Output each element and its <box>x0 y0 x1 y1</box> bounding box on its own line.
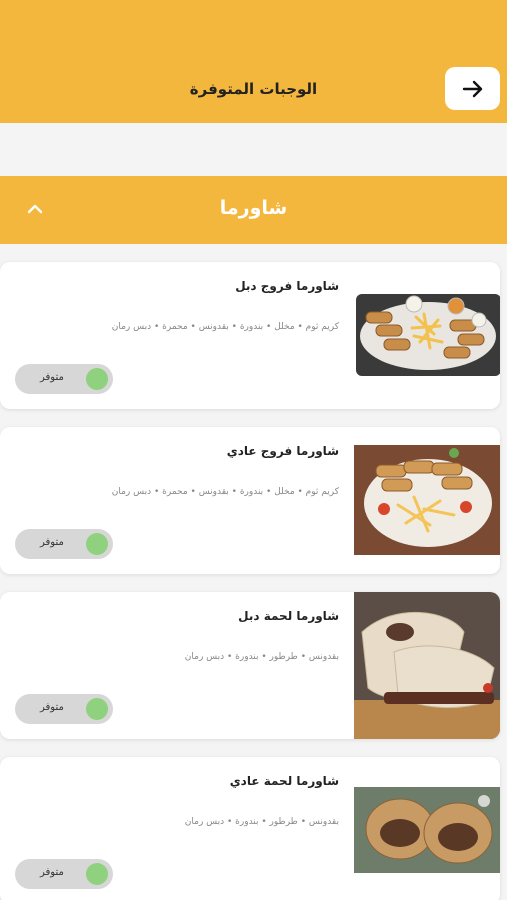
toggle-knob <box>86 368 108 390</box>
page-title: الوجبات المتوفرة <box>189 80 318 98</box>
meal-name: شاورما لحمة دبل <box>238 609 339 623</box>
toggle-knob <box>86 533 108 555</box>
availability-toggle[interactable]: متوفر <box>15 364 113 394</box>
chevron-up-icon[interactable] <box>26 200 44 218</box>
category-header-shawarma[interactable]: شاورما <box>0 176 507 244</box>
meal-card[interactable]: شاورما لحمة دبل بقدونس • طرطور • بندورة … <box>0 592 500 739</box>
availability-label: متوفر <box>40 372 64 383</box>
chicken-shawarma-platter-image <box>354 262 500 409</box>
arrow-right-icon <box>462 80 482 97</box>
meat-shawarma-wrap-image <box>354 592 500 739</box>
availability-label: متوفر <box>40 537 64 548</box>
back-button[interactable] <box>445 67 500 110</box>
toggle-knob <box>86 698 108 720</box>
meal-card[interactable]: شاورما لحمة عادي بقدونس • طرطور • بندورة… <box>0 757 500 900</box>
category-title: شاورما <box>219 197 288 219</box>
availability-toggle[interactable]: متوفر <box>15 694 113 724</box>
meal-ingredients: بقدونس • طرطور • بندورة • دبس رمان <box>184 652 339 662</box>
top-header: الوجبات المتوفرة <box>0 0 507 123</box>
availability-toggle[interactable]: متوفر <box>15 859 113 889</box>
meal-name: شاورما لحمة عادي <box>229 774 339 788</box>
meal-card[interactable]: شاورما فروج دبل كريم ثوم • مخلل • بندورة… <box>0 262 500 409</box>
meal-card[interactable]: شاورما فروج عادي كريم ثوم • مخلل • بندور… <box>0 427 500 574</box>
availability-toggle[interactable]: متوفر <box>15 529 113 559</box>
meal-ingredients: كريم ثوم • مخلل • بندورة • بقدونس • محمر… <box>111 322 339 332</box>
availability-label: متوفر <box>40 867 64 878</box>
meal-name: شاورما فروج دبل <box>235 279 339 293</box>
meal-ingredients: كريم ثوم • مخلل • بندورة • بقدونس • محمر… <box>111 487 339 497</box>
chicken-shawarma-plate-image <box>354 427 500 574</box>
meal-name: شاورما فروج عادي <box>226 444 339 458</box>
meal-ingredients: بقدونس • طرطور • بندورة • دبس رمان <box>184 817 339 827</box>
availability-label: متوفر <box>40 702 64 713</box>
toggle-knob <box>86 863 108 885</box>
meat-shawarma-roll-image <box>354 757 500 900</box>
